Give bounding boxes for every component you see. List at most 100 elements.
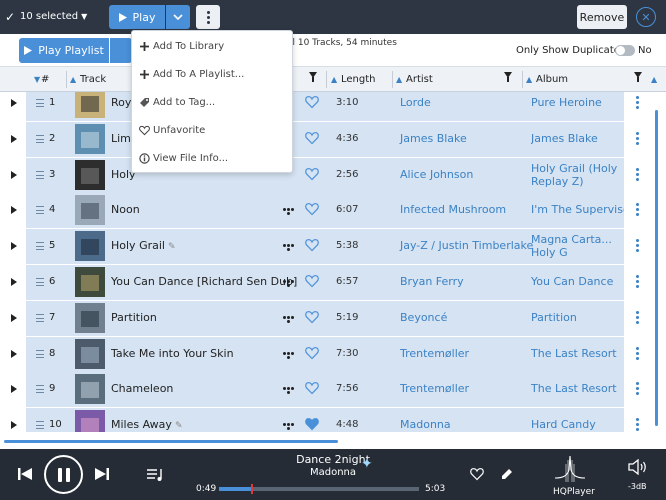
drag-handle-icon[interactable]	[36, 385, 44, 394]
column-header-track[interactable]: Track	[80, 74, 106, 85]
sort-descending-icon[interactable]: ▼	[34, 75, 40, 84]
row-more-options-icon[interactable]	[636, 131, 639, 146]
play-button[interactable]: Play	[109, 5, 165, 29]
favorite-icon[interactable]	[470, 467, 484, 481]
menu-item-unfavorite[interactable]: Unfavorite	[132, 116, 292, 144]
heart-filled-icon[interactable]	[305, 417, 319, 431]
track-artist-link[interactable]: Alice Johnson	[400, 168, 473, 181]
heart-outline-icon[interactable]	[305, 131, 319, 145]
filter-icon[interactable]	[309, 72, 317, 82]
row-more-options-icon[interactable]	[636, 382, 639, 396]
more-options-button[interactable]	[196, 5, 220, 29]
track-artist-link[interactable]: Madonna	[400, 418, 451, 431]
heart-outline-icon[interactable]	[305, 167, 319, 181]
play-row-icon[interactable]	[11, 99, 17, 107]
menu-item-add-to-tag[interactable]: Add to Tag...	[132, 88, 292, 116]
track-title[interactable]: Noon	[111, 203, 140, 216]
table-row[interactable]: 7 Partition 5:19 Beyoncé Partition	[0, 300, 666, 336]
table-row[interactable]: 5 Holy Grail ✎ 5:38 Jay-Z / Justin Timber…	[0, 229, 666, 265]
row-more-options-icon[interactable]	[636, 96, 639, 110]
duplicates-toggle[interactable]	[615, 45, 635, 56]
play-row-icon[interactable]	[11, 313, 17, 322]
track-album-link[interactable]: The Last Resort	[531, 347, 624, 360]
drag-handle-icon[interactable]	[36, 313, 44, 322]
filter-icon[interactable]	[504, 72, 512, 82]
horizontal-scrollbar[interactable]	[4, 440, 338, 443]
track-artist-link[interactable]: Bryan Ferry	[400, 275, 464, 288]
selection-count-dropdown[interactable]: 10 selected ▼	[20, 11, 87, 22]
edit-icon[interactable]	[500, 467, 514, 481]
drag-handle-icon[interactable]	[36, 170, 44, 179]
track-title[interactable]: Partition	[111, 311, 157, 324]
heart-outline-icon[interactable]	[305, 346, 319, 360]
menu-item-add-to-playlist[interactable]: Add To A Playlist...	[132, 60, 292, 88]
track-album-link[interactable]: You Can Dance	[531, 275, 624, 288]
row-more-options-icon[interactable]	[636, 275, 639, 289]
row-more-options-icon[interactable]	[636, 239, 639, 253]
track-album-link[interactable]: Partition	[531, 311, 624, 324]
track-title[interactable]: Holy Grail ✎	[111, 239, 176, 252]
column-header-artist[interactable]: Artist	[406, 74, 433, 85]
track-album-link[interactable]: James Blake	[531, 132, 624, 145]
play-row-icon[interactable]	[11, 349, 17, 358]
play-row-icon[interactable]	[11, 385, 17, 394]
column-header-album[interactable]: Album	[536, 74, 568, 85]
close-selection-button[interactable]: ✕	[636, 7, 656, 27]
column-header-number[interactable]: #	[41, 74, 49, 85]
track-album-link[interactable]: Pure Heroine	[531, 96, 624, 109]
column-header-length[interactable]: Length	[341, 74, 376, 85]
play-row-icon[interactable]	[11, 206, 17, 215]
track-album-link[interactable]: I'm The Supervisor	[531, 203, 624, 216]
row-more-options-icon[interactable]	[636, 418, 639, 432]
drag-handle-icon[interactable]	[36, 421, 44, 430]
track-artist-link[interactable]: Trentemøller	[400, 382, 469, 395]
heart-outline-icon[interactable]	[305, 202, 319, 216]
heart-outline-icon[interactable]	[305, 381, 319, 395]
track-artist-link[interactable]: James Blake	[400, 132, 467, 145]
hqplayer-logo-icon[interactable]	[553, 454, 587, 484]
table-row[interactable]: 1 Royals 3:10 Lorde Pure Heroine	[0, 92, 666, 121]
track-title[interactable]: Chameleon	[111, 382, 173, 395]
volume-icon[interactable]	[628, 459, 648, 475]
row-more-options-icon[interactable]	[636, 310, 639, 325]
heart-outline-icon[interactable]	[305, 95, 319, 109]
track-title[interactable]: You Can Dance [Richard Sen Dub]	[111, 275, 297, 288]
table-row[interactable]: 8 Take Me into Your Skin 7:30 Trentemøll…	[0, 336, 666, 372]
table-row[interactable]: 4 Noon 6:07 Infected Mushroom I'm The Su…	[0, 193, 666, 229]
row-more-options-icon[interactable]	[636, 203, 639, 217]
track-title[interactable]: Take Me into Your Skin	[111, 347, 234, 360]
play-playlist-button[interactable]: Play Playlist	[19, 38, 109, 63]
table-row[interactable]: 9 Chameleon 7:56 Trentemøller The Last R…	[0, 372, 666, 408]
track-artist-link[interactable]: Trentemøller	[400, 347, 469, 360]
track-album-link[interactable]: Holy Grail (Holy Replay Z)	[531, 162, 624, 188]
heart-outline-icon[interactable]	[305, 238, 319, 252]
play-row-icon[interactable]	[11, 170, 17, 179]
remove-button[interactable]: Remove	[577, 5, 627, 29]
filter-icon[interactable]	[634, 72, 642, 82]
play-playlist-options-button[interactable]	[110, 38, 132, 63]
track-album-link[interactable]: Magna Carta... Holy G	[531, 233, 624, 259]
menu-item-view-file-info[interactable]: View File Info...	[132, 144, 292, 172]
drag-handle-icon[interactable]	[36, 134, 44, 143]
track-album-link[interactable]: The Last Resort	[531, 382, 624, 395]
track-artist-link[interactable]: Jay-Z / Justin Timberlake	[400, 239, 533, 252]
track-album-link[interactable]: Hard Candy	[531, 418, 624, 431]
drag-handle-icon[interactable]	[36, 242, 44, 251]
drag-handle-icon[interactable]	[36, 99, 44, 107]
drag-handle-icon[interactable]	[36, 206, 44, 215]
track-artist-link[interactable]: Infected Mushroom	[400, 203, 506, 216]
table-row[interactable]: 10 Miles Away ✎ 4:48 Madonna Hard Candy	[0, 408, 666, 432]
seek-bar[interactable]	[219, 484, 419, 494]
table-row[interactable]: 3 Holy 2:56 Alice Johnson Holy Grail (Ho…	[0, 157, 666, 193]
play-row-icon[interactable]	[11, 278, 17, 286]
drag-handle-icon[interactable]	[36, 278, 44, 286]
heart-outline-icon[interactable]	[305, 310, 319, 324]
seek-handle[interactable]	[251, 484, 253, 494]
drag-handle-icon[interactable]	[36, 349, 44, 358]
track-artist-link[interactable]: Lorde	[400, 96, 431, 109]
track-artist-link[interactable]: Beyoncé	[400, 311, 447, 324]
track-title[interactable]: Miles Away ✎	[111, 418, 182, 431]
play-options-button[interactable]	[166, 5, 190, 29]
play-row-icon[interactable]	[11, 134, 17, 143]
vertical-scrollbar[interactable]	[655, 110, 658, 426]
